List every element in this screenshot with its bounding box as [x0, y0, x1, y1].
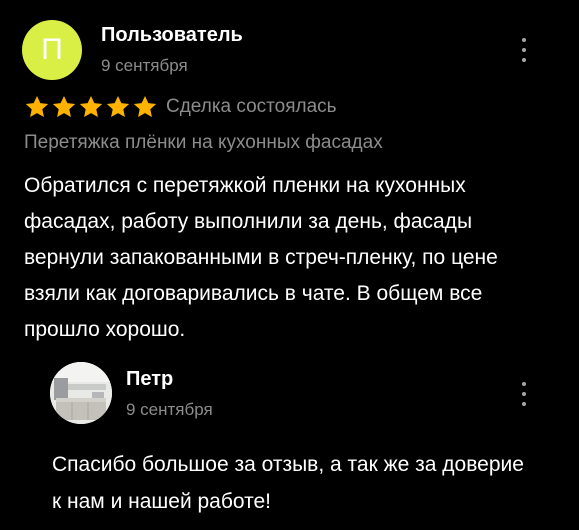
review-text: Обратился с перетяжкой пленки на кухонны…: [24, 174, 498, 341]
review-date: 9 сентября: [101, 56, 188, 75]
rating-stars: [24, 94, 158, 120]
kitchen-photo-icon: [50, 362, 112, 424]
star-icon: [133, 95, 157, 117]
reply-text: Спасибо большое за отзыв, а так же за до…: [52, 453, 524, 513]
reply-date: 9 сентября: [126, 400, 213, 419]
star-icon: [25, 95, 49, 117]
reply-more-options-icon[interactable]: [518, 382, 530, 406]
author-avatar: П: [22, 20, 82, 80]
dot: [522, 402, 526, 406]
dot: [522, 38, 526, 42]
dot: [522, 392, 526, 396]
star-icon: [52, 95, 76, 117]
dot: [522, 382, 526, 386]
star-icon: [106, 95, 130, 117]
dot: [522, 48, 526, 52]
reply-avatar: [50, 362, 112, 424]
service-title: Перетяжка плёнки на кухонных фасадах: [24, 132, 383, 153]
deal-status: Сделка состоялась: [166, 96, 337, 117]
dot: [522, 58, 526, 62]
reply-author-name: Петр: [126, 368, 174, 390]
star-icon: [79, 95, 103, 117]
review-more-options-icon[interactable]: [518, 38, 530, 62]
author-name: Пользователь: [101, 24, 243, 46]
review-card: П Пользователь 9 сентября Сделка состоял…: [0, 0, 579, 530]
